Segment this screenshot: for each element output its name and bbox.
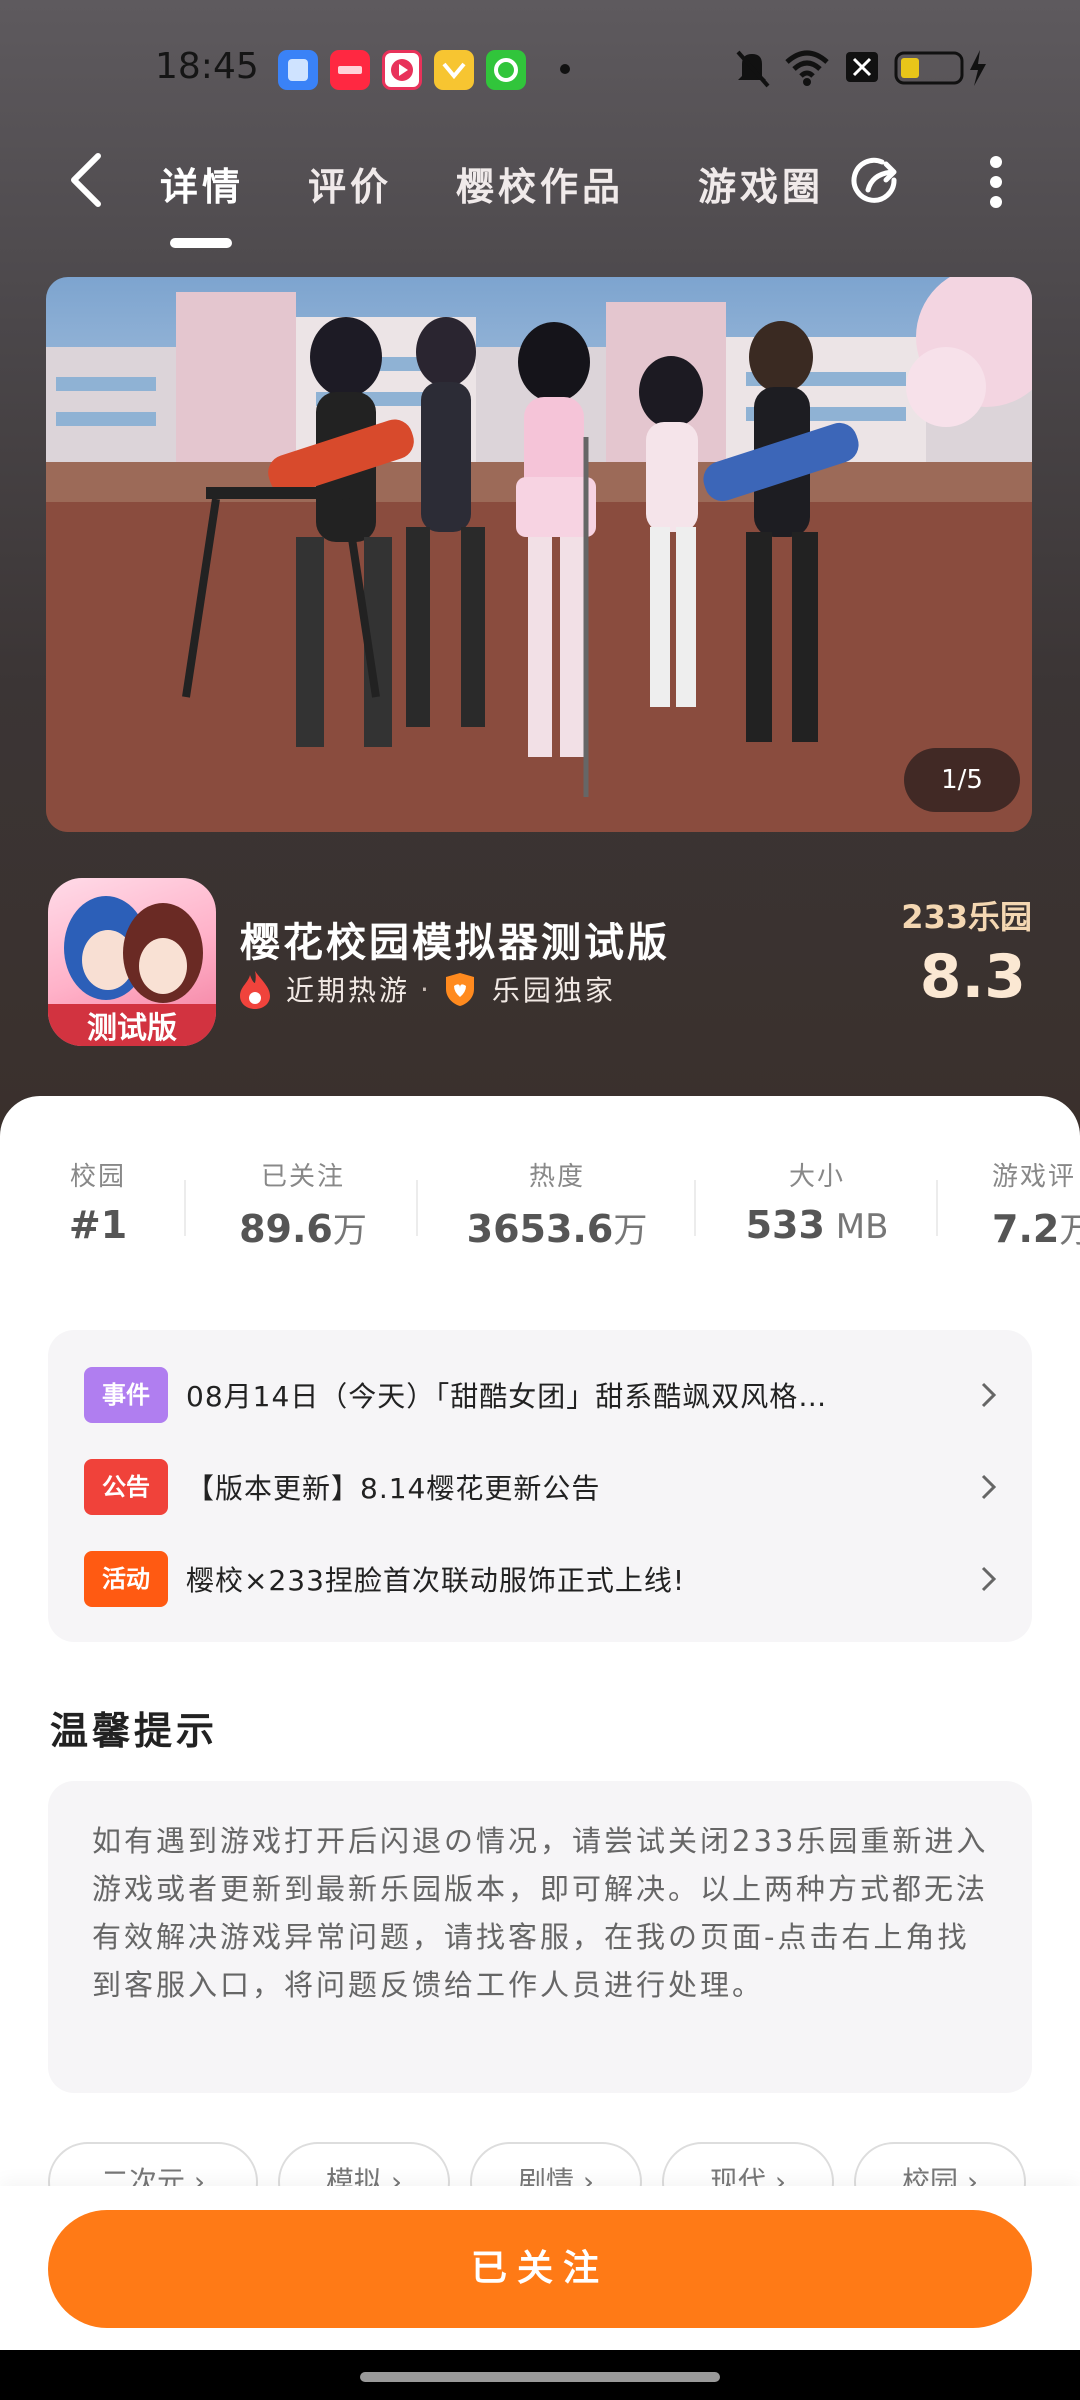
sim-off-icon — [846, 52, 878, 82]
tab-details[interactable]: 详情 — [160, 156, 244, 211]
notice-item-event[interactable]: 事件 08月14日（今天）「甜酷女团」甜系酷飒双风格… — [84, 1364, 1004, 1426]
tag-exclusive: 乐园独家 — [491, 974, 616, 1007]
stat-size: 大小 533 MB — [745, 1162, 889, 1247]
fire-icon — [240, 971, 270, 1009]
chevron-right-icon — [981, 1566, 997, 1592]
game-score: 8.3 — [919, 942, 1026, 1012]
home-indicator[interactable] — [360, 2372, 720, 2382]
stat-divider — [184, 1180, 186, 1236]
game-icon-label: 测试版 — [87, 1011, 177, 1046]
app-notification-icon — [278, 50, 318, 90]
wallet-app-icon — [434, 50, 474, 90]
stat-divider — [416, 1180, 418, 1236]
charging-icon — [970, 50, 986, 86]
tab-reviews[interactable]: 评价 — [308, 156, 392, 211]
screenshot-carousel[interactable]: 1/5 — [46, 277, 1032, 832]
battery-icon — [894, 51, 964, 85]
chevron-right-icon — [981, 1382, 997, 1408]
bottom-action-bar: 已关注 — [0, 2186, 1080, 2350]
notice-text: 樱校×233捏脸首次联动服饰正式上线! — [186, 1564, 686, 1597]
chat-app-icon — [486, 50, 526, 90]
top-navigation: 详情 评价 樱校作品 游戏圈 — [0, 140, 1080, 248]
platform-brand: 233乐园 — [901, 898, 1032, 936]
stat-divider — [936, 1180, 938, 1236]
share-icon[interactable] — [846, 150, 910, 214]
game-tags: 近期热游 · 乐园独家 — [238, 966, 616, 1012]
more-notifications-dot — [560, 64, 570, 74]
status-time: 18:45 — [155, 46, 259, 87]
active-tab-indicator — [170, 238, 232, 248]
badge-announcement: 公告 — [84, 1459, 168, 1515]
notice-text: 08月14日（今天）「甜酷女团」甜系酷飒双风格… — [186, 1380, 828, 1413]
back-arrow-icon[interactable] — [62, 150, 112, 210]
game-title: 樱花校园模拟器测试版 — [240, 920, 670, 966]
stats-row: 校园 #1 已关注 89.6万 热度 3653.6万 大小 533 MB 游戏评… — [0, 1156, 1080, 1266]
tab-game-circle[interactable]: 游戏圈 — [698, 156, 824, 211]
follow-button[interactable]: 已关注 — [48, 2210, 1032, 2328]
stat-rank[interactable]: 校园 #1 — [58, 1156, 138, 1247]
status-bar: 18:45 — [0, 40, 1080, 100]
game-screenshot-image — [46, 277, 1032, 832]
heart-shield-icon — [445, 973, 474, 1006]
video-app-icon — [382, 50, 422, 90]
wifi-icon — [785, 50, 829, 86]
tag-hot: 近期热游 — [286, 974, 411, 1007]
more-vertical-icon[interactable] — [986, 152, 1006, 212]
notice-list: 事件 08月14日（今天）「甜酷女团」甜系酷飒双风格… 公告 【版本更新】8.1… — [48, 1330, 1032, 1642]
stat-followers[interactable]: 已关注 89.6万 — [200, 1156, 406, 1252]
game-app-icon: 测试版 — [48, 878, 216, 1046]
tips-box: 如有遇到游戏打开后闪退の情况，请尝试关闭233乐园重新进入游戏或者更新到最新乐园… — [48, 1781, 1032, 2093]
tab-works[interactable]: 樱校作品 — [456, 156, 624, 211]
badge-activity: 活动 — [84, 1551, 168, 1607]
notice-text: 【版本更新】8.14樱花更新公告 — [186, 1472, 601, 1505]
mute-icon — [736, 50, 770, 88]
stat-game-reviews[interactable]: 游戏评 7.2万 — [958, 1156, 1080, 1252]
tips-text: 如有遇到游戏打开后闪退の情况，请尝试关闭233乐园重新进入游戏或者更新到最新乐园… — [92, 1824, 989, 2002]
notice-item-activity[interactable]: 活动 樱校×233捏脸首次联动服饰正式上线! — [84, 1548, 1004, 1610]
badge-event: 事件 — [84, 1367, 168, 1423]
xiaohongshu-icon — [330, 50, 370, 90]
chevron-right-icon — [981, 1474, 997, 1500]
carousel-counter: 1/5 — [904, 748, 1020, 812]
tips-title: 温馨提示 — [50, 1709, 219, 1753]
stat-popularity[interactable]: 热度 3653.6万 — [430, 1156, 684, 1252]
details-panel: 校园 #1 已关注 89.6万 热度 3653.6万 大小 533 MB 游戏评… — [0, 1096, 1080, 2350]
tag-separator: · — [420, 972, 432, 1006]
stat-divider — [694, 1180, 696, 1236]
notice-item-announcement[interactable]: 公告 【版本更新】8.14樱花更新公告 — [84, 1456, 1004, 1518]
